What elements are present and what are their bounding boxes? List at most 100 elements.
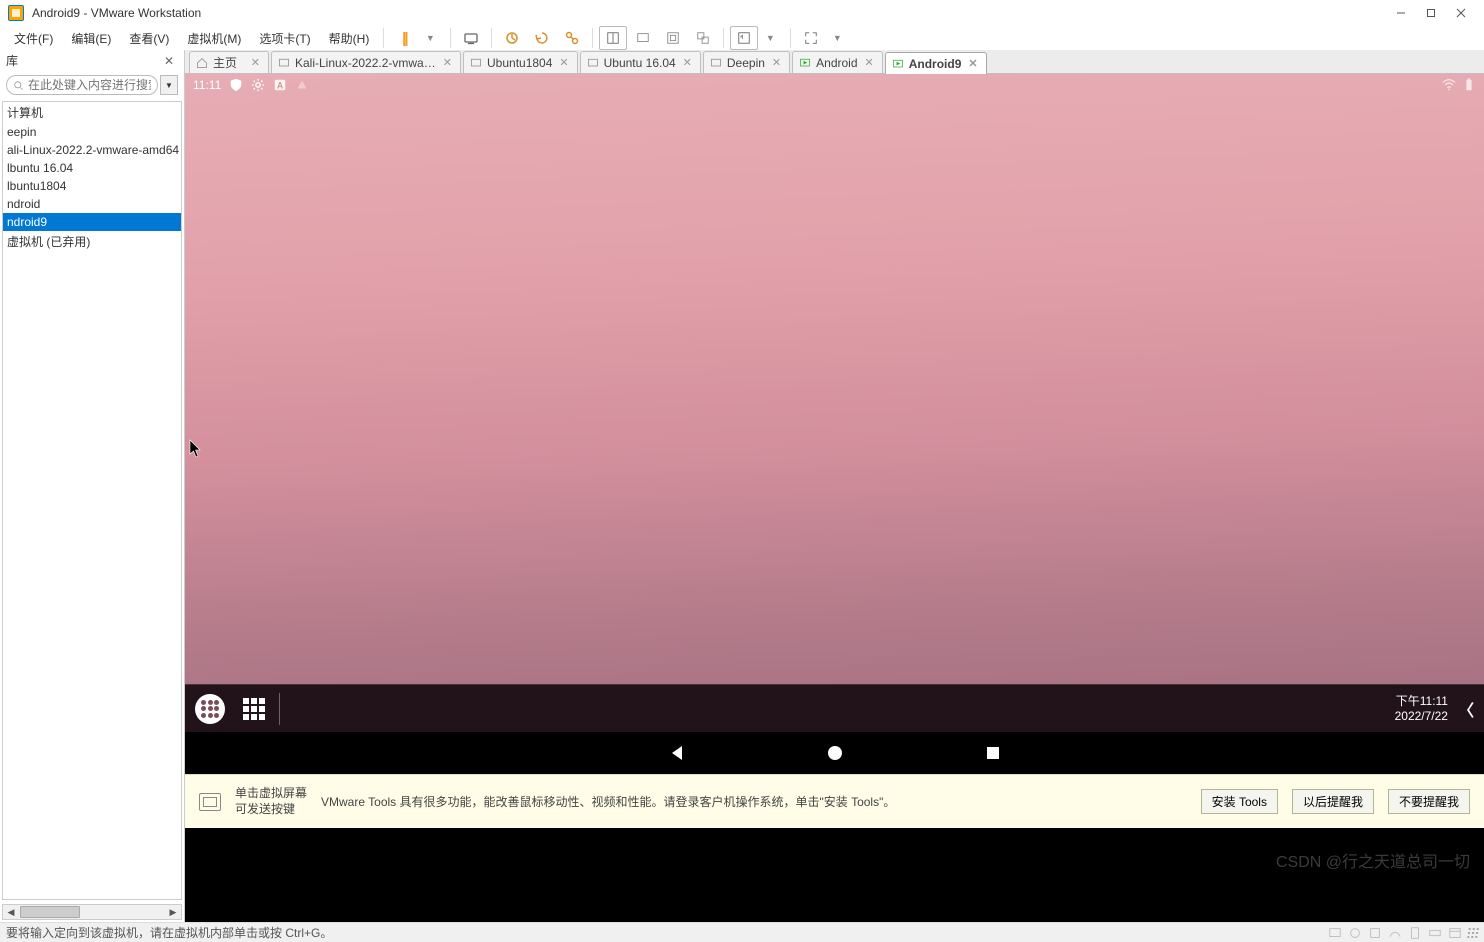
android-status-bar: 11:11 A: [185, 74, 1484, 96]
app-drawer-button[interactable]: [195, 694, 225, 724]
tab-vm[interactable]: Ubuntu 16.04 ✕: [580, 51, 701, 73]
tab-vm[interactable]: Deepin ✕: [703, 51, 790, 73]
sidebar: 库 ✕ ▼ 计算机 eepin ali-Linux-2022.2-vmware-…: [0, 50, 185, 922]
tab-label: Android: [816, 56, 857, 70]
tab-strip: 主页 ✕ Kali-Linux-2022.2-vmware-am... ✕ Ub…: [185, 50, 1484, 74]
notification-a-icon: A: [273, 78, 287, 92]
recents-grid-icon[interactable]: [243, 698, 265, 720]
search-filter-dropdown[interactable]: ▼: [160, 75, 178, 95]
tab-close[interactable]: ✕: [441, 56, 454, 69]
resize-grip-icon[interactable]: [1467, 928, 1479, 938]
close-button[interactable]: [1446, 3, 1476, 23]
vm-icon: [470, 57, 482, 69]
tab-vm-active[interactable]: Android9 ✕: [885, 52, 987, 74]
battery-icon: [1462, 78, 1476, 92]
search-input[interactable]: [28, 78, 151, 92]
sidebar-search[interactable]: [6, 75, 158, 95]
tab-home[interactable]: 主页 ✕: [189, 51, 269, 73]
install-tools-button[interactable]: 安装 Tools: [1201, 789, 1278, 814]
tree-item[interactable]: ndroid: [3, 195, 181, 213]
vm-icon: [278, 57, 290, 69]
tree-item[interactable]: lbuntu1804: [3, 177, 181, 195]
power-menu-caret[interactable]: ▼: [416, 26, 444, 50]
vm-running-icon: [799, 57, 811, 69]
stretch-menu-caret[interactable]: ▼: [756, 26, 784, 50]
tab-vm[interactable]: Kali-Linux-2022.2-vmware-am... ✕: [271, 51, 461, 73]
tree-item[interactable]: 虚拟机 (已弃用): [3, 231, 181, 252]
nav-home-icon[interactable]: [826, 744, 844, 762]
view-unity-button[interactable]: [689, 26, 717, 50]
vmware-tools-infobar: 单击虚拟屏幕 可发送按键 VMware Tools 具有很多功能，能改善鼠标移动…: [185, 774, 1484, 828]
notification-icon: [295, 78, 309, 92]
revert-snapshot-button[interactable]: [528, 26, 556, 50]
android-taskbar[interactable]: 下午11:11 2022/7/22 〈: [185, 684, 1484, 732]
tab-close[interactable]: ✕: [249, 56, 262, 69]
view-console-button[interactable]: [629, 26, 657, 50]
tab-label: 主页: [213, 54, 244, 71]
tab-vm-running[interactable]: Android ✕: [792, 51, 883, 73]
android-wallpaper: 11:11 A: [185, 74, 1484, 684]
view-fullscreen-button[interactable]: [659, 26, 687, 50]
status-time: 11:11: [193, 78, 221, 92]
remind-later-button[interactable]: 以后提醒我: [1292, 789, 1374, 814]
shield-icon: [229, 78, 243, 92]
menu-vm[interactable]: 虚拟机(M): [179, 27, 249, 50]
view-single-button[interactable]: [599, 26, 627, 50]
tab-close[interactable]: ✕: [681, 56, 694, 69]
nav-back-icon[interactable]: [668, 744, 686, 762]
tree-item[interactable]: eepin: [3, 123, 181, 141]
send-ctrl-alt-del-button[interactable]: [457, 26, 485, 50]
tab-label: Android9: [909, 57, 962, 71]
snapshot-button[interactable]: [498, 26, 526, 50]
svg-text:A: A: [277, 81, 284, 91]
taskbar-clock[interactable]: 下午11:11 2022/7/22: [1395, 694, 1448, 723]
tab-close[interactable]: ✕: [863, 56, 876, 69]
taskbar-expand-icon[interactable]: 〈: [1458, 697, 1474, 721]
vm-icon: [710, 57, 722, 69]
menu-help[interactable]: 帮助(H): [321, 27, 378, 50]
menu-file[interactable]: 文件(F): [6, 27, 61, 50]
tab-close[interactable]: ✕: [770, 56, 783, 69]
home-icon: [196, 57, 208, 69]
menu-edit[interactable]: 编辑(E): [63, 27, 119, 50]
mouse-cursor-icon: [189, 439, 203, 459]
tab-vm[interactable]: Ubuntu1804 ✕: [463, 51, 578, 73]
never-remind-button[interactable]: 不要提醒我: [1388, 789, 1470, 814]
vm-display[interactable]: 11:11 A: [185, 74, 1484, 922]
device-icon: [1368, 926, 1382, 940]
menu-view[interactable]: 查看(V): [121, 27, 177, 50]
pause-vm-button[interactable]: ||: [390, 26, 418, 50]
sidebar-close-button[interactable]: ✕: [160, 54, 178, 68]
library-tree[interactable]: 计算机 eepin ali-Linux-2022.2-vmware-amd64 …: [2, 101, 182, 900]
taskbar-time: 下午11:11: [1395, 694, 1448, 708]
tab-label: Kali-Linux-2022.2-vmware-am...: [295, 56, 436, 70]
snapshot-manager-button[interactable]: [558, 26, 586, 50]
status-text: 要将输入定向到该虚拟机，请在虚拟机内部单击或按 Ctrl+G。: [6, 924, 332, 941]
tab-label: Deepin: [727, 56, 765, 70]
hint-line2: 可发送按键: [235, 802, 307, 818]
enter-fullscreen-button[interactable]: [797, 26, 825, 50]
fullscreen-menu-caret[interactable]: ▼: [823, 26, 851, 50]
tree-item[interactable]: lbuntu 16.04: [3, 159, 181, 177]
stretch-guest-button[interactable]: [730, 26, 758, 50]
menu-tabs[interactable]: 选项卡(T): [251, 27, 318, 50]
tools-message: VMware Tools 具有很多功能，能改善鼠标移动性、视频和性能。请登录客户…: [321, 793, 895, 810]
device-icon: [1408, 926, 1422, 940]
tree-item[interactable]: ali-Linux-2022.2-vmware-amd64: [3, 141, 181, 159]
wifi-icon: [1442, 78, 1456, 92]
gear-icon: [251, 78, 265, 92]
search-icon: [13, 80, 24, 91]
tree-item-selected[interactable]: ndroid9: [3, 213, 181, 231]
window-title: Android9 - VMware Workstation: [32, 6, 1386, 20]
sidebar-hscrollbar[interactable]: ◀ ▶: [2, 904, 182, 920]
tab-close[interactable]: ✕: [966, 57, 979, 70]
android-navbar[interactable]: [185, 732, 1484, 774]
tree-item[interactable]: 计算机: [3, 102, 181, 123]
tab-label: Ubuntu 16.04: [604, 56, 676, 70]
nav-overview-icon[interactable]: [984, 744, 1002, 762]
minimize-button[interactable]: [1386, 3, 1416, 23]
sidebar-title: 库: [6, 52, 18, 69]
content: 主页 ✕ Kali-Linux-2022.2-vmware-am... ✕ Ub…: [185, 50, 1484, 922]
tab-close[interactable]: ✕: [557, 56, 570, 69]
maximize-button[interactable]: [1416, 3, 1446, 23]
